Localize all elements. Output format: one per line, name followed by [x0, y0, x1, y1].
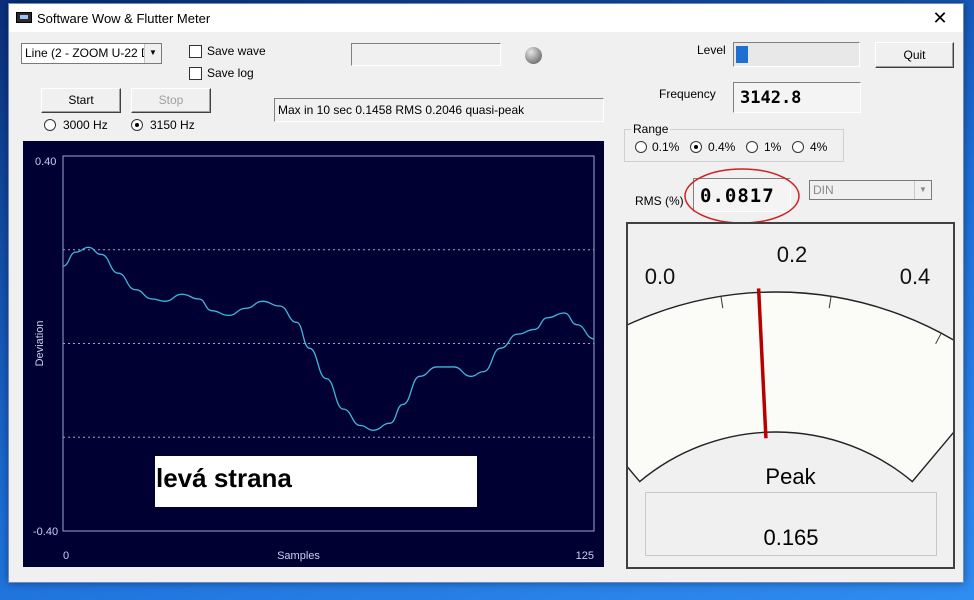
save-wave-label: Save wave	[207, 44, 266, 58]
freq-3000-label: 3000 Hz	[63, 118, 108, 132]
data-point-33	[576, 324, 578, 326]
peak-display: 0.165	[645, 492, 937, 556]
freq-3000-radio[interactable]	[44, 119, 56, 131]
y-axis-label: Deviation	[34, 321, 46, 367]
data-point-28	[499, 347, 502, 349]
range-4-radio[interactable]	[792, 141, 804, 153]
caption-text: levá strana	[156, 463, 292, 493]
range-1-radio[interactable]	[746, 141, 758, 153]
weighting-value: DIN	[813, 183, 834, 197]
x-tick-start: 0	[63, 550, 69, 562]
frequency-display: 3142.8	[733, 82, 861, 113]
start-button[interactable]: Start	[41, 88, 121, 113]
x-tick-end: 125	[576, 550, 594, 562]
data-point-23	[419, 375, 421, 377]
data-point-16	[308, 347, 310, 349]
data-point-6	[151, 298, 153, 300]
data-point-2	[87, 246, 90, 249]
meter-face	[548, 291, 974, 483]
window-title: Software Wow & Flutter Meter	[37, 11, 211, 26]
data-point-29	[516, 333, 519, 335]
data-point-18	[342, 408, 344, 410]
range-4-label: 4%	[810, 140, 828, 154]
status-text: Max in 10 sec 0.1458 RMS 0.2046 quasi-pe…	[278, 103, 525, 117]
progress-field	[351, 43, 501, 66]
app-icon	[16, 12, 32, 23]
data-point-27	[482, 371, 485, 373]
x-axis-label: Samples	[277, 550, 320, 562]
range-0.1-label: 0.1%	[652, 140, 680, 154]
data-point-26	[470, 375, 472, 377]
data-point-34	[593, 338, 595, 340]
data-point-0	[62, 265, 64, 267]
meter-panel: 0.0 0.2 0.4 Peak 0.165	[548, 222, 974, 569]
data-point-22	[402, 403, 404, 406]
data-point-24	[436, 366, 438, 368]
data-point-21	[389, 422, 391, 424]
data-point-12	[245, 307, 247, 309]
data-point-3	[100, 253, 102, 256]
quit-button[interactable]: Quit	[875, 42, 954, 68]
level-bar-fill	[736, 46, 748, 63]
input-device-select[interactable]: Line (2 - ZOOM U-22 Dr ▼	[21, 43, 162, 64]
meter-label-min: 0.0	[645, 264, 676, 289]
data-point-17	[325, 378, 327, 380]
data-point-4	[117, 272, 119, 274]
range-0.4-label: 0.4%	[708, 140, 736, 154]
data-point-9	[198, 298, 200, 300]
caption-box: levá strana	[155, 456, 477, 507]
data-point-19	[359, 424, 361, 427]
weighting-select[interactable]: DIN ▼	[809, 180, 932, 200]
data-point-8	[181, 293, 183, 295]
freq-3150-label: 3150 Hz	[150, 118, 195, 132]
stop-button[interactable]: Stop	[131, 88, 211, 113]
data-point-10	[211, 310, 213, 312]
level-label: Level	[697, 43, 726, 57]
data-point-13	[262, 300, 264, 302]
data-point-5	[134, 288, 136, 291]
y-tick-bottom: -0.40	[33, 526, 58, 538]
save-log-label: Save log	[207, 66, 254, 80]
chevron-down-icon[interactable]: ▼	[144, 44, 161, 63]
frequency-label: Frequency	[659, 87, 716, 101]
meter-label-max: 0.4	[900, 264, 931, 289]
data-point-30	[533, 328, 536, 331]
data-point-14	[279, 305, 281, 307]
rms-label: RMS (%)	[635, 194, 684, 208]
y-tick-top: 0.40	[35, 156, 56, 168]
range-title: Range	[631, 122, 671, 136]
level-bar	[733, 42, 860, 67]
data-point-25	[453, 366, 455, 368]
series-line	[62, 246, 595, 431]
data-point-1	[75, 251, 77, 253]
save-wave-checkbox[interactable]	[189, 45, 202, 58]
close-button[interactable]: ✕	[917, 4, 963, 32]
peak-value: 0.165	[763, 525, 819, 550]
app-window: Software Wow & Flutter Meter ✕ Line (2 -…	[8, 3, 974, 583]
meter-label-mid: 0.2	[777, 242, 808, 267]
freq-3150-radio[interactable]	[131, 119, 143, 131]
frequency-value: 3142.8	[740, 88, 802, 108]
data-point-20	[372, 429, 374, 431]
data-point-31	[546, 317, 548, 319]
save-log-checkbox[interactable]	[189, 67, 202, 80]
data-point-15	[296, 321, 298, 324]
title-bar: Software Wow & Flutter Meter ✕	[9, 4, 963, 32]
chevron-down-icon[interactable]: ▼	[914, 181, 931, 199]
peak-label: Peak	[765, 464, 816, 489]
data-point-7	[164, 300, 166, 302]
input-device-value: Line (2 - ZOOM U-22 Dr	[25, 46, 154, 60]
data-point-32	[563, 312, 565, 314]
status-led	[525, 47, 542, 64]
rms-highlight-circle	[684, 168, 800, 224]
range-1-label: 1%	[764, 140, 782, 154]
range-0.1-radio[interactable]	[635, 141, 647, 153]
range-0.4-radio[interactable]	[690, 141, 702, 153]
status-field: Max in 10 sec 0.1458 RMS 0.2046 quasi-pe…	[274, 98, 604, 122]
data-point-11	[228, 314, 230, 316]
